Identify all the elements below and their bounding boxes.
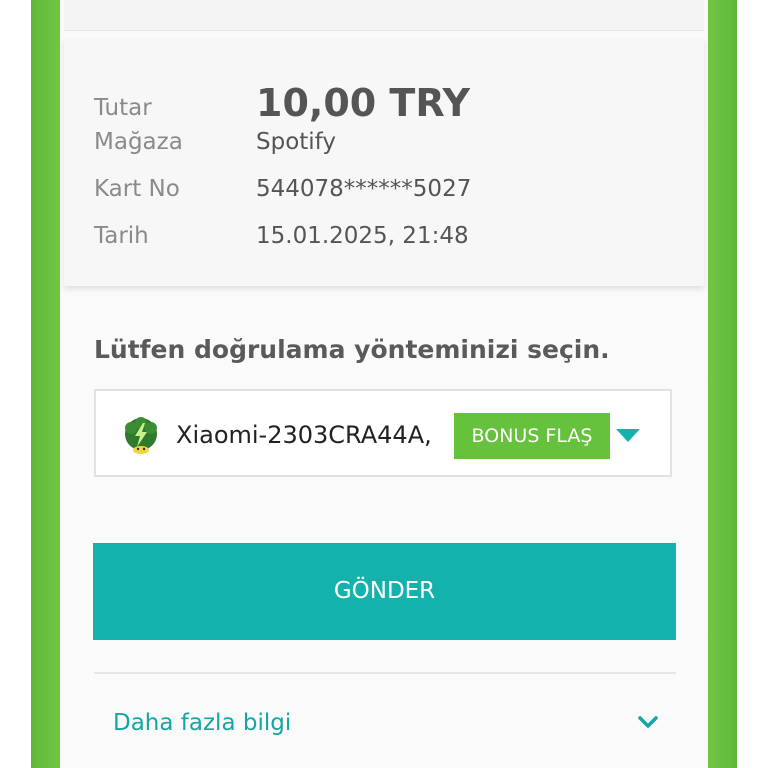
merchant-value: Spotify bbox=[256, 129, 336, 155]
app-frame: Tutar 10,00 TRY Mağaza Spotify Kart No 5… bbox=[0, 0, 768, 768]
card-number-value: 544078******5027 bbox=[256, 176, 472, 202]
verification-method-select[interactable]: Xiaomi-2303CRA44A, BONUS FLAŞ bbox=[94, 389, 672, 477]
amount-row: Tutar 10,00 TRY bbox=[94, 81, 694, 126]
bonus-flash-icon bbox=[125, 417, 157, 454]
right-green-border bbox=[708, 0, 737, 768]
amount-label: Tutar bbox=[94, 95, 152, 121]
amount-value: 10,00 TRY bbox=[256, 81, 471, 125]
date-value: 15.01.2025, 21:48 bbox=[256, 223, 469, 249]
merchant-label: Mağaza bbox=[94, 129, 183, 155]
date-label: Tarih bbox=[94, 223, 149, 249]
card-number-label: Kart No bbox=[94, 176, 180, 202]
chevron-down-icon[interactable] bbox=[636, 710, 660, 734]
section-divider bbox=[94, 672, 676, 674]
more-info-link[interactable]: Daha fazla bilgi bbox=[113, 703, 291, 743]
verification-prompt: Lütfen doğrulama yönteminizi seçin. bbox=[94, 335, 610, 364]
bonus-flash-badge: BONUS FLAŞ bbox=[454, 413, 610, 459]
transaction-details-card: Tutar 10,00 TRY Mağaza Spotify Kart No 5… bbox=[64, 38, 704, 286]
header-card bbox=[64, 0, 704, 31]
caret-down-icon[interactable] bbox=[616, 429, 640, 442]
send-button[interactable]: GÖNDER bbox=[93, 543, 676, 640]
date-row: Tarih 15.01.2025, 21:48 bbox=[94, 218, 694, 254]
left-green-border bbox=[31, 0, 60, 768]
selected-device-name: Xiaomi-2303CRA44A, bbox=[176, 421, 432, 449]
card-number-row: Kart No 544078******5027 bbox=[94, 171, 694, 207]
merchant-row: Mağaza Spotify bbox=[94, 124, 694, 160]
